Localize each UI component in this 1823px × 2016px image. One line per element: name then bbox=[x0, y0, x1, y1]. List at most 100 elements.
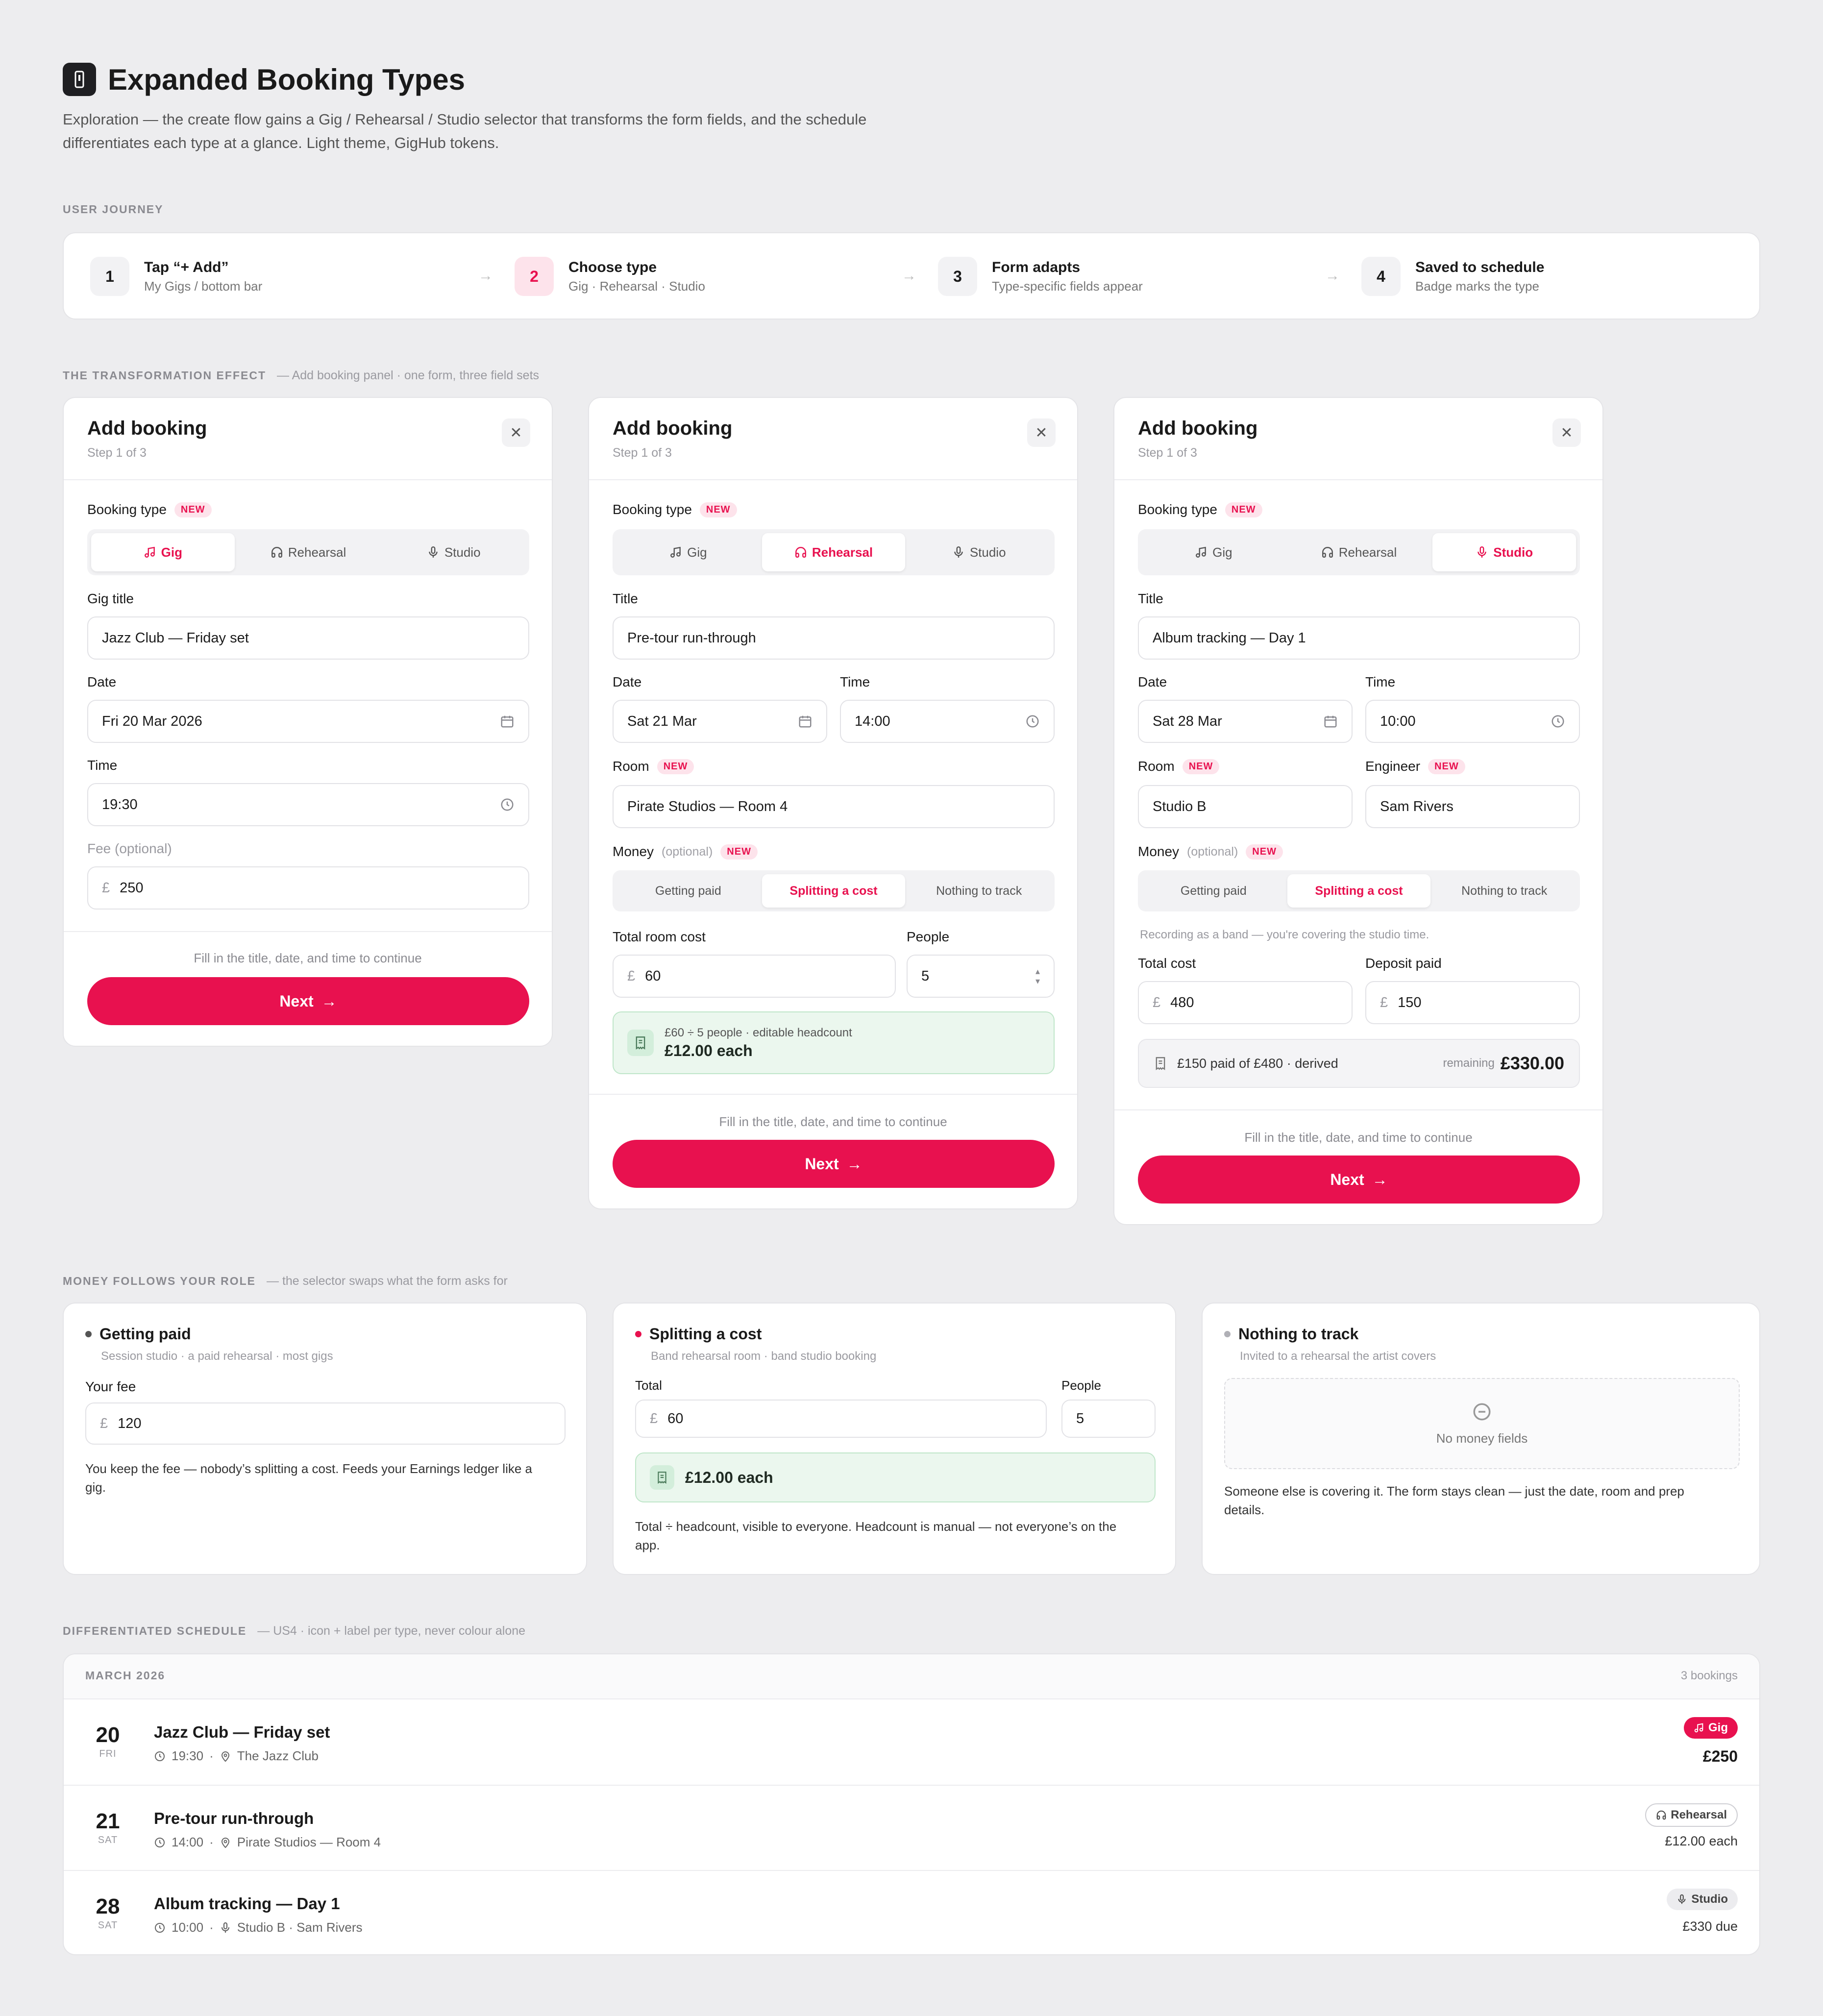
title-input[interactable]: Pre-tour run-through bbox=[613, 616, 1055, 660]
new-badge: NEW bbox=[1225, 502, 1262, 517]
panel-title: Add booking bbox=[613, 418, 733, 439]
role-splitting-card: Splitting a cost Band rehearsal room · b… bbox=[613, 1303, 1176, 1575]
role-title: Nothing to track bbox=[1224, 1325, 1358, 1343]
type-gig-option[interactable]: Gig bbox=[1142, 533, 1285, 571]
fee-input[interactable]: £250 bbox=[87, 866, 529, 910]
panel-title: Add booking bbox=[1138, 418, 1258, 439]
booking-title: Pre-tour run-through bbox=[154, 1809, 314, 1827]
people-label: People bbox=[1061, 1378, 1101, 1393]
pin-icon bbox=[220, 1837, 231, 1848]
booking-type-label: Booking type NEW bbox=[87, 502, 212, 517]
clock-icon bbox=[1551, 714, 1565, 729]
divider bbox=[1114, 1109, 1602, 1110]
step-number: 1 bbox=[90, 257, 129, 296]
journey-step-2: 2 Choose type Gig · Rehearsal · Studio bbox=[515, 257, 705, 296]
title-input[interactable]: Album tracking — Day 1 bbox=[1138, 616, 1580, 660]
room-input[interactable]: Pirate Studios — Room 4 bbox=[613, 785, 1055, 828]
clock-icon bbox=[500, 797, 515, 812]
engineer-input[interactable]: Sam Rivers bbox=[1365, 785, 1580, 828]
next-button[interactable]: Next → bbox=[87, 977, 529, 1025]
money-splitting-option[interactable]: Splitting a cost bbox=[762, 874, 906, 908]
type-rehearsal-option[interactable]: Rehearsal bbox=[1287, 533, 1431, 571]
deposit-label: Deposit paid bbox=[1365, 956, 1442, 971]
date-input[interactable]: Fri 20 Mar 2026 bbox=[87, 700, 529, 743]
type-studio-option[interactable]: Studio bbox=[907, 533, 1051, 571]
schedule-row[interactable]: 28 SAT Album tracking — Day 1 10:00 · Studi… bbox=[64, 1870, 1759, 1954]
receipt-icon bbox=[627, 1030, 654, 1056]
day-block: 28 SAT bbox=[96, 1894, 120, 1931]
type-rehearsal-option[interactable]: Rehearsal bbox=[762, 533, 906, 571]
new-badge: NEW bbox=[1182, 759, 1220, 774]
step-title: Saved to schedule bbox=[1415, 259, 1545, 275]
people-input[interactable]: 5 bbox=[1061, 1400, 1156, 1438]
total-input[interactable]: £480 bbox=[1138, 981, 1353, 1024]
type-gig-option[interactable]: Gig bbox=[616, 533, 760, 571]
booking-type-selector: Gig Rehearsal Studio bbox=[1138, 529, 1580, 575]
phone-icon bbox=[74, 71, 84, 88]
empty-state: No money fields bbox=[1224, 1378, 1740, 1469]
money-nothing-option[interactable]: Nothing to track bbox=[1432, 874, 1576, 908]
arrow-right-icon: → bbox=[321, 992, 337, 1010]
date-input[interactable]: Sat 28 Mar bbox=[1138, 700, 1353, 743]
calc-line: £60 ÷ 5 people · editable headcount bbox=[665, 1026, 852, 1039]
time-input[interactable]: 14:00 bbox=[840, 700, 1055, 743]
fee-input[interactable]: £120 bbox=[85, 1402, 566, 1445]
time-input[interactable]: 10:00 bbox=[1365, 700, 1580, 743]
fee-label: Your fee bbox=[85, 1379, 136, 1394]
title-input[interactable]: Jazz Club — Friday set bbox=[87, 616, 529, 660]
type-studio-option[interactable]: Studio bbox=[1432, 533, 1577, 571]
next-button[interactable]: Next → bbox=[613, 1140, 1055, 1188]
money-splitting-option[interactable]: Splitting a cost bbox=[1287, 874, 1431, 908]
schedule-row[interactable]: 21 SAT Pre-tour run-through 14:00 · Pirate … bbox=[64, 1785, 1759, 1870]
arrow-right-icon: → bbox=[1325, 268, 1340, 284]
microphone-icon bbox=[1676, 1894, 1687, 1905]
type-studio-option[interactable]: Studio bbox=[382, 533, 525, 571]
minus-circle-icon bbox=[1472, 1401, 1492, 1422]
arrow-right-icon: → bbox=[478, 268, 493, 284]
type-badge-studio: Studio bbox=[1667, 1889, 1738, 1910]
deposit-input[interactable]: £150 bbox=[1365, 981, 1580, 1024]
microphone-icon bbox=[1476, 546, 1488, 559]
close-button[interactable]: ✕ bbox=[1552, 418, 1581, 447]
schedule-row[interactable]: 20 FRI Jazz Club — Friday set 19:30 · The J… bbox=[64, 1698, 1759, 1784]
close-button[interactable]: ✕ bbox=[502, 418, 530, 447]
booking-type-label: Booking type NEW bbox=[1138, 502, 1262, 517]
next-button[interactable]: Next → bbox=[1138, 1156, 1580, 1204]
money-getting-paid-option[interactable]: Getting paid bbox=[1142, 874, 1285, 908]
room-input[interactable]: Studio B bbox=[1138, 785, 1353, 828]
role-description: Someone else is covering it. The form st… bbox=[1224, 1484, 1684, 1517]
people-label: People bbox=[907, 929, 950, 944]
type-gig-option[interactable]: Gig bbox=[91, 533, 235, 571]
date-label: Date bbox=[613, 674, 642, 689]
receipt-icon bbox=[650, 1465, 674, 1490]
new-badge: NEW bbox=[657, 759, 694, 774]
date-input[interactable]: Sat 21 Mar bbox=[613, 700, 827, 743]
receipt-icon bbox=[1154, 1057, 1167, 1070]
divider bbox=[64, 479, 552, 480]
money-label: Money (optional) NEW bbox=[1138, 844, 1283, 860]
summary-text: £150 paid of £480 · derived bbox=[1177, 1056, 1338, 1071]
booking-type-selector: Gig Rehearsal Studio bbox=[87, 529, 529, 575]
booking-type-selector: Gig Rehearsal Studio bbox=[613, 529, 1055, 575]
step-number: 3 bbox=[938, 257, 977, 296]
total-input[interactable]: £60 bbox=[613, 955, 896, 998]
money-getting-paid-option[interactable]: Getting paid bbox=[616, 874, 760, 908]
close-button[interactable]: ✕ bbox=[1027, 418, 1056, 447]
clock-icon bbox=[1025, 714, 1040, 729]
total-input[interactable]: £60 bbox=[635, 1400, 1047, 1438]
room-label: Room NEW bbox=[1138, 759, 1220, 774]
step-title: Choose type bbox=[568, 259, 657, 275]
continue-hint: Fill in the title, date, and time to con… bbox=[194, 951, 422, 965]
date-label: Date bbox=[1138, 674, 1167, 689]
type-badge-gig: Gig bbox=[1684, 1717, 1738, 1739]
add-booking-panel-gig: Add booking Step 1 of 3 ✕ Booking type NE… bbox=[63, 397, 553, 1047]
money-nothing-option[interactable]: Nothing to track bbox=[907, 874, 1051, 908]
empty-text: No money fields bbox=[1436, 1430, 1528, 1446]
people-stepper[interactable]: 5 ▴ ▾ bbox=[907, 955, 1055, 998]
add-booking-panel-studio: Add booking Step 1 of 3 ✕ Booking type NE… bbox=[1113, 397, 1603, 1225]
time-label: Time bbox=[840, 674, 870, 689]
type-rehearsal-option[interactable]: Rehearsal bbox=[237, 533, 380, 571]
time-input[interactable]: 19:30 bbox=[87, 783, 529, 826]
role-subtitle: Session studio · a paid rehearsal · most… bbox=[101, 1350, 333, 1363]
step-subtitle: Type-specific fields appear bbox=[992, 278, 1143, 294]
